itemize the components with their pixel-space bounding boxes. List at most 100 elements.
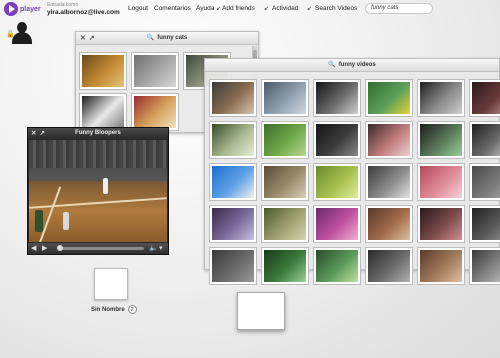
play-logo-icon <box>4 2 18 16</box>
saved-playlist-icon[interactable] <box>94 268 128 300</box>
video-thumbnail[interactable] <box>469 247 500 285</box>
search-input[interactable]: funny cats <box>365 3 433 14</box>
video-thumbnail[interactable] <box>209 79 257 117</box>
progress-knob[interactable] <box>57 245 63 251</box>
video-thumbnail[interactable] <box>469 79 500 117</box>
funny-videos-panel[interactable]: 🔍 funny videos <box>204 58 500 285</box>
video-thumbnail[interactable] <box>261 247 309 285</box>
video-thumbnail[interactable] <box>417 79 465 117</box>
funny-videos-panel-header[interactable]: 🔍 funny videos <box>205 59 499 72</box>
video-thumbnail[interactable] <box>261 79 309 117</box>
player-controls: ◀ ▶ 🔈 ▾ <box>28 243 168 254</box>
account-email: yira.albornoz@live.com <box>47 9 120 16</box>
thumbnail-image <box>316 82 358 114</box>
avatar-body <box>12 32 32 44</box>
video-thumbnail[interactable] <box>365 121 413 159</box>
funny-cats-panel-header[interactable]: ✕↗ 🔍 funny cats <box>76 32 258 45</box>
thumbnail-image <box>264 166 306 198</box>
video-thumbnail[interactable] <box>261 121 309 159</box>
video-thumbnail[interactable] <box>469 163 500 201</box>
app-logo[interactable]: player <box>4 2 41 16</box>
video-thumbnail[interactable] <box>313 205 361 243</box>
video-thumbnail[interactable] <box>365 163 413 201</box>
player-title: Funny Bloopers <box>75 130 121 136</box>
player-figure <box>103 178 108 194</box>
video-thumbnail[interactable] <box>365 247 413 285</box>
video-frame[interactable] <box>29 140 167 242</box>
video-thumbnail[interactable] <box>313 163 361 201</box>
logo-text: player <box>20 5 41 13</box>
expand-icon[interactable]: ↗ <box>39 130 47 137</box>
thumbnail-image <box>368 124 410 156</box>
video-thumbnail[interactable] <box>417 247 465 285</box>
account-label: Entrada como <box>47 2 79 8</box>
video-thumbnail[interactable] <box>261 205 309 243</box>
search-icon: 🔍 <box>146 35 155 41</box>
video-thumbnail[interactable] <box>209 121 257 159</box>
thumbnail-image <box>82 96 124 128</box>
thumbnail-image <box>472 82 500 114</box>
video-thumbnail[interactable] <box>209 163 257 201</box>
player-figure <box>63 212 69 230</box>
video-thumbnail[interactable] <box>313 247 361 285</box>
logout-link[interactable]: Logout <box>128 5 148 12</box>
comentarios-link[interactable]: Comentarios <box>154 5 191 12</box>
play-icon[interactable]: ▶ <box>42 244 47 252</box>
actividad-link[interactable]: ↙ Actividad <box>264 5 298 12</box>
avatar[interactable] <box>12 22 32 46</box>
ayuda-link[interactable]: Ayuda ↙ <box>196 5 221 12</box>
video-thumbnail[interactable] <box>131 93 179 131</box>
video-thumbnail[interactable] <box>209 247 257 285</box>
thumbnail-image <box>420 250 462 282</box>
thumbnail-image <box>82 55 124 87</box>
video-thumbnail[interactable] <box>469 121 500 159</box>
court-line <box>29 197 167 209</box>
actividad-arrow-icon: ↙ <box>264 6 270 12</box>
top-bar: player Entrada como yira.albornoz@live.c… <box>0 0 500 20</box>
addfriends-link[interactable]: Add friends <box>222 5 255 12</box>
close-icon[interactable]: ✕ <box>80 35 89 42</box>
volume-icon[interactable]: 🔈 <box>149 244 158 252</box>
ayuda-label: Ayuda <box>196 5 215 12</box>
dragging-video-thumbnail[interactable] <box>237 292 285 330</box>
thumbnail-image <box>472 250 500 282</box>
video-thumbnail[interactable] <box>417 205 465 243</box>
thumbnail-image <box>420 166 462 198</box>
video-player[interactable]: ✕↗ Funny Bloopers ◀ ▶ 🔈 ▾ <box>27 127 169 255</box>
thumbnail-image <box>264 208 306 240</box>
video-thumbnail[interactable] <box>469 205 500 243</box>
video-thumbnail[interactable] <box>365 79 413 117</box>
thumbnail-image <box>368 250 410 282</box>
actividad-label: Actividad <box>272 5 299 12</box>
thumbnail-image <box>368 208 410 240</box>
video-stands <box>29 140 167 168</box>
search-videos-link[interactable]: ↙ Search Videos <box>307 5 357 12</box>
progress-track[interactable] <box>58 247 144 250</box>
search-videos-arrow-icon: ↙ <box>307 6 313 12</box>
video-thumbnail[interactable] <box>209 205 257 243</box>
thumbnail-image <box>264 82 306 114</box>
video-thumbnail[interactable] <box>313 79 361 117</box>
playlist-count-badge: 2 <box>127 305 137 314</box>
thumbnail-image <box>264 124 306 156</box>
search-videos-label: Search Videos <box>315 5 358 12</box>
player-header[interactable]: ✕↗ Funny Bloopers <box>28 128 168 139</box>
video-thumbnail[interactable] <box>417 121 465 159</box>
video-thumbnail[interactable] <box>79 52 127 90</box>
player-controls-top: ✕↗ <box>31 128 48 139</box>
player-figure <box>35 210 43 232</box>
video-thumbnail[interactable] <box>417 163 465 201</box>
thumbnail-image <box>264 250 306 282</box>
thumbnail-image <box>316 250 358 282</box>
expand-icon[interactable]: ↗ <box>89 35 98 42</box>
thumbnail-image <box>368 166 410 198</box>
saved-playlist-label[interactable]: Sin Nombre 2 <box>91 305 137 314</box>
video-thumbnail[interactable] <box>261 163 309 201</box>
rewind-icon[interactable]: ◀ <box>31 244 36 252</box>
video-thumbnail[interactable] <box>365 205 413 243</box>
video-thumbnail[interactable] <box>313 121 361 159</box>
thumbnail-image <box>212 166 254 198</box>
menu-down-icon[interactable]: ▾ <box>159 244 163 252</box>
video-thumbnail[interactable] <box>131 52 179 90</box>
video-thumbnail[interactable] <box>79 93 127 131</box>
